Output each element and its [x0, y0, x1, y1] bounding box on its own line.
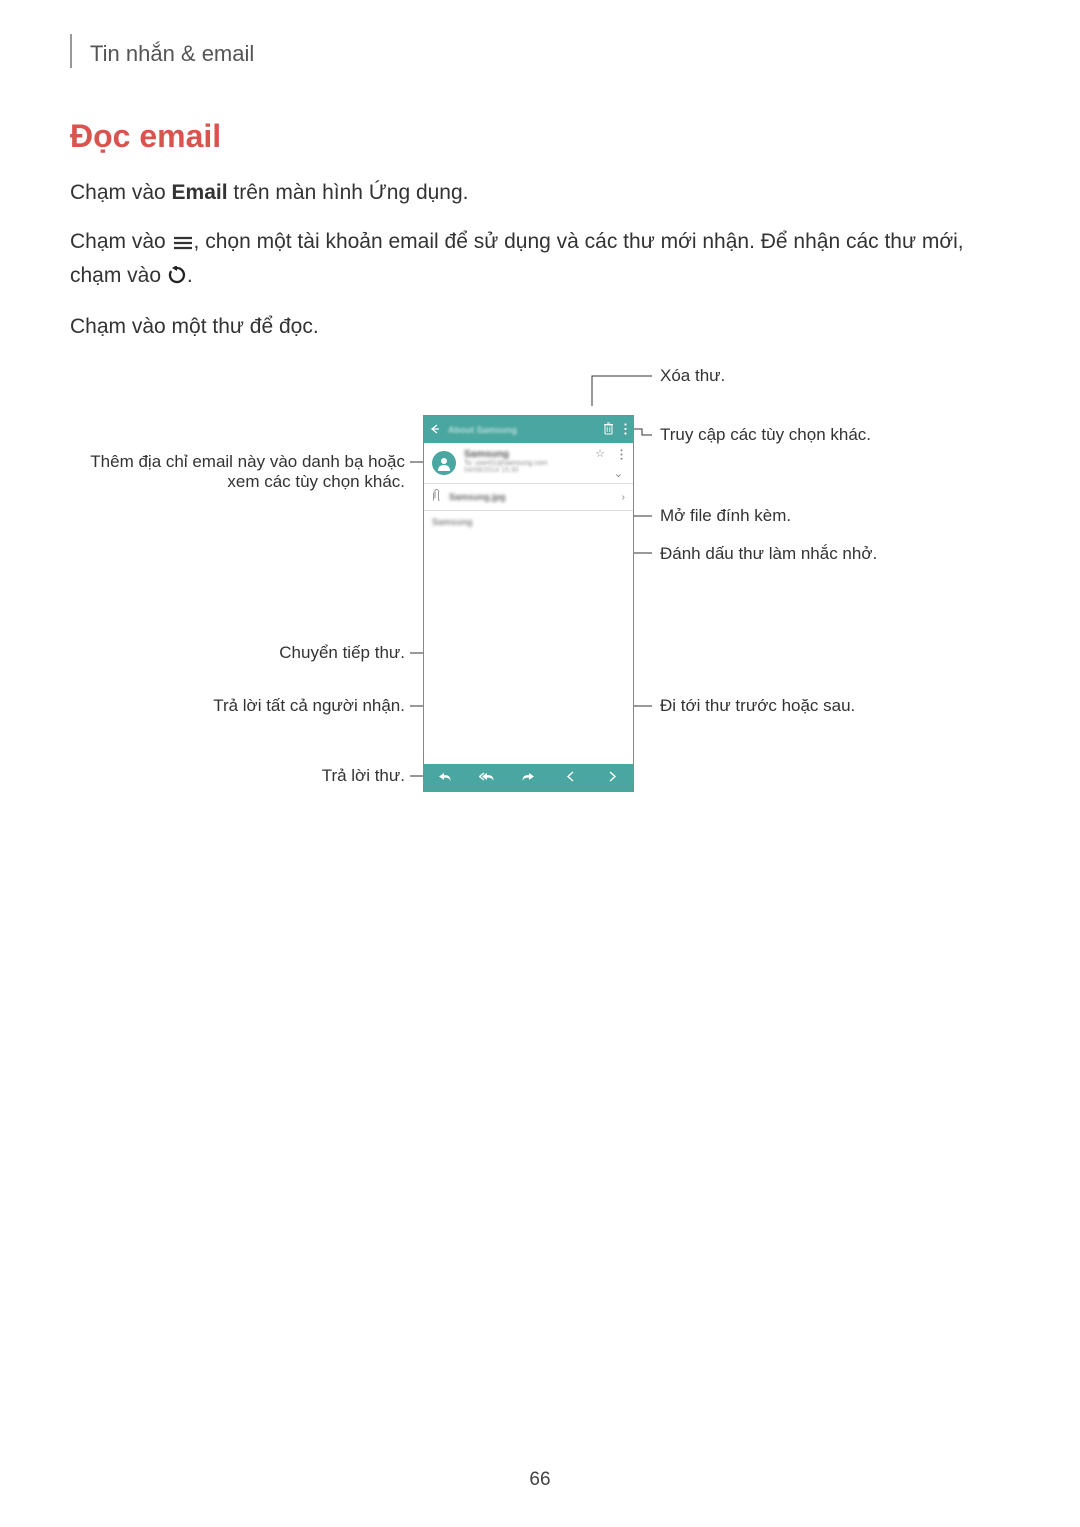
- paragraph-2: Chạm vào , chọn một tài khoản email để s…: [70, 226, 1010, 295]
- breadcrumb: Tin nhắn & email: [70, 40, 1010, 68]
- callout-more-options: Truy cập các tùy chọn khác.: [660, 425, 871, 445]
- callout-open-attach: Mở file đính kèm.: [660, 506, 791, 526]
- page-number: 66: [0, 1469, 1080, 1491]
- star-icon[interactable]: ☆: [595, 447, 605, 460]
- paragraph-3: Chạm vào một thư để đọc.: [70, 311, 1010, 344]
- para1-post: trên màn hình Ứng dụng.: [228, 181, 469, 204]
- section-heading: Đọc email: [70, 118, 1010, 155]
- menu-icon: [173, 228, 193, 261]
- paperclip-icon: [429, 488, 447, 506]
- back-icon[interactable]: [430, 424, 440, 436]
- callout-forward: Chuyển tiếp thư.: [150, 643, 405, 663]
- reply-all-button[interactable]: [466, 769, 508, 787]
- phone-footer: [424, 764, 633, 791]
- sender-to: To: user01@samsung.com: [464, 460, 547, 467]
- callout-reply: Trả lời thư.: [150, 766, 405, 786]
- phone-header-title: About Samsung: [448, 425, 603, 435]
- sender-row: Samsung To: user01@samsung.com 04/08/201…: [424, 443, 633, 484]
- sender-info: Samsung To: user01@samsung.com 04/08/201…: [464, 449, 547, 475]
- attachment-name: Samsung.jpg: [449, 492, 622, 502]
- more-header-icon[interactable]: [624, 423, 627, 437]
- delete-icon[interactable]: [603, 422, 614, 437]
- para1-pre: Chạm vào: [70, 181, 172, 204]
- para2-a: Chạm vào: [70, 230, 172, 253]
- callout-reply-all: Trả lời tất cả người nhận.: [150, 696, 405, 716]
- chevron-down-icon[interactable]: ⌄: [614, 467, 623, 480]
- next-button[interactable]: [591, 769, 633, 787]
- reply-button[interactable]: [424, 769, 466, 787]
- forward-button[interactable]: [508, 769, 550, 787]
- chevron-right-icon[interactable]: ›: [622, 492, 625, 503]
- callout-add-contact: Thêm địa chỉ email này vào danh bạ hoặc …: [90, 452, 405, 492]
- callout-reminder: Đánh dấu thư làm nhắc nhở.: [660, 544, 877, 564]
- sender-avatar[interactable]: [432, 451, 456, 475]
- attachment-row[interactable]: Samsung.jpg ›: [424, 484, 633, 511]
- email-figure: About Samsung Samsung To: user01@samsung…: [70, 373, 1010, 813]
- phone-header: About Samsung: [424, 416, 633, 443]
- callout-delete: Xóa thư.: [660, 366, 725, 386]
- breadcrumb-divider: [70, 34, 72, 68]
- paragraph-1: Chạm vào Email trên màn hình Ứng dụng.: [70, 177, 1010, 210]
- callout-prev-next: Đi tới thư trước hoặc sau.: [660, 696, 855, 716]
- sender-date: 04/08/2014 15:30: [464, 467, 547, 474]
- breadcrumb-text: Tin nhắn & email: [90, 41, 254, 67]
- para2-b: , chọn một tài khoản email để sử dụng và…: [70, 230, 964, 288]
- refresh-icon: [168, 262, 186, 295]
- para1-bold: Email: [172, 181, 228, 204]
- sender-name: Samsung: [464, 449, 547, 460]
- email-body: Samsung: [424, 511, 633, 533]
- more-icon[interactable]: [620, 447, 623, 465]
- para2-c: .: [187, 264, 193, 287]
- prev-button[interactable]: [549, 769, 591, 787]
- phone-mockup: About Samsung Samsung To: user01@samsung…: [423, 415, 634, 792]
